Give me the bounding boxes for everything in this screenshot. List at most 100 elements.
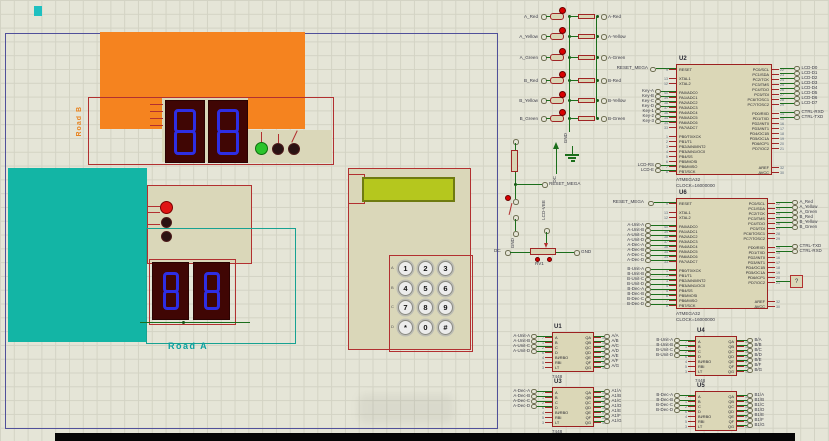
ctrl-terminals-u2: CTRL-RXD CTRL-TXD <box>780 109 828 121</box>
pin-name: PA5/ADC5 <box>679 248 698 254</box>
pin-stub <box>767 282 775 283</box>
pin-name: PD7/OC2 <box>748 279 765 285</box>
pin-name: LT <box>698 423 703 429</box>
wire <box>650 279 676 280</box>
keypad-button[interactable]: 6 <box>438 280 453 296</box>
pin-name: QD <box>585 349 591 355</box>
pin-name: XTAL1 <box>679 75 691 81</box>
pin-stub <box>771 118 779 119</box>
pin-name: PB4/SS <box>679 153 693 159</box>
wire <box>650 299 676 300</box>
pin-stub <box>669 92 677 93</box>
pin-stub <box>688 371 696 372</box>
wire <box>679 405 695 406</box>
pin-name: QB <box>728 398 734 404</box>
potentiometer-rv1[interactable] <box>530 248 556 255</box>
keypad-button[interactable]: 8 <box>418 300 433 315</box>
terminal-row: CTRL-TXD <box>780 114 828 121</box>
pin-name: PB1/T1 <box>679 138 692 144</box>
pin-name: QB <box>585 339 591 345</box>
led-lit-dot <box>559 27 566 34</box>
pin-name: PD6/ICP1 <box>751 140 769 146</box>
button-contact[interactable] <box>513 199 519 205</box>
net-label: A/G <box>611 363 620 369</box>
chip-u3: U3 7A1B2C6D4BI/RBO5RBI3LT 13QA12QB11QC10… <box>542 379 606 427</box>
pin-stub <box>767 272 775 273</box>
pin-stub <box>767 257 775 258</box>
unknown-component: ? <box>790 275 803 288</box>
chip-pin: 3 LT <box>535 420 568 425</box>
terminal-row: B-Dec-D <box>610 301 676 308</box>
keypad-button[interactable]: 7 <box>398 300 413 315</box>
wire <box>570 80 578 81</box>
net-label: B_Green <box>799 224 818 230</box>
terminal-row: A-Unit-D <box>498 348 552 355</box>
pin-number: 16 <box>776 255 780 260</box>
keypad-button[interactable]: 9 <box>438 300 453 315</box>
pin-name: PA5/ADC5 <box>679 114 698 120</box>
keypad-button[interactable]: # <box>438 319 453 335</box>
pin-name: PD4/OC1B <box>749 130 769 136</box>
pin-name: QD <box>585 404 591 410</box>
keypad-button[interactable]: 1 <box>398 261 413 276</box>
reset-mega-label: RESET_MEGA <box>549 181 581 186</box>
pin-name: PC5/TDI <box>750 225 765 231</box>
wire <box>536 401 552 402</box>
wire <box>780 98 794 99</box>
pin-number: 30 <box>776 304 780 309</box>
keypad-button[interactable]: * <box>398 319 413 335</box>
terminal-row: B-Dec-D <box>641 407 695 414</box>
push-button[interactable] <box>508 203 513 215</box>
pin-stub <box>771 133 779 134</box>
wire <box>536 351 552 352</box>
pin-name: C <box>698 403 701 409</box>
wire <box>650 235 676 236</box>
proteus-canvas[interactable]: 8 8 Road B 8 8 <box>0 0 829 441</box>
u1-output-terminals: A/A A/B A/C A/D A/E A/F A/G <box>594 333 644 370</box>
pin-stub <box>545 367 553 368</box>
keypad-button[interactable]: 0 <box>418 319 433 335</box>
wire-hatch <box>150 104 163 105</box>
net-label-left: A_Red <box>523 13 538 19</box>
net-label-right: A-Yellow <box>608 33 626 39</box>
pin-number: 4 <box>542 355 544 360</box>
wire <box>737 420 747 421</box>
keypad-row-label: A <box>391 265 394 270</box>
wire <box>780 112 794 113</box>
pin-name: C <box>555 344 558 350</box>
net-label-left: A_Yellow <box>519 33 538 39</box>
pin-name: PA3/ADC3 <box>679 104 698 110</box>
gnd-label: GND <box>581 249 592 254</box>
keypad-button[interactable]: 2 <box>418 261 433 276</box>
pin-name: B <box>555 339 558 345</box>
pin-name: PD1/TXD <box>752 115 769 121</box>
traffic-led <box>288 143 300 155</box>
keypad-button[interactable]: 5 <box>418 280 433 296</box>
pin-name: AVCC <box>754 303 765 309</box>
terminal <box>650 66 656 72</box>
pin-name: A <box>555 334 558 340</box>
pin-name: PA6/ADC6 <box>679 253 698 259</box>
wire <box>780 88 794 89</box>
pin-number: 28 <box>776 231 780 236</box>
terminal-row: B1/G <box>737 422 787 429</box>
pin-name: AREF <box>754 298 765 304</box>
wire <box>536 396 552 397</box>
pin-stub <box>771 99 779 100</box>
keypad-row-label: B <box>391 284 394 290</box>
keypad-button[interactable]: 3 <box>438 261 453 276</box>
pin-name: QC <box>585 399 591 405</box>
u4-input-terminals: B-Unit-A B-Unit-B B-Unit-C B-Unit-D <box>641 337 695 359</box>
resistor <box>578 97 595 103</box>
net-label: LCD-D7 <box>801 100 818 106</box>
u5-input-terminals: B-Dec-A B-Dec-B B-Dec-C B-Dec-D <box>641 392 695 414</box>
pin-stub <box>669 112 677 113</box>
net-label: B-Dec-D <box>656 407 673 413</box>
pin-number: 36 <box>664 110 668 115</box>
pin-name: A <box>698 393 701 399</box>
led-lit-dot <box>559 48 566 55</box>
pin-name: PD5/OC1A <box>745 269 765 275</box>
pin-name: B <box>555 394 558 400</box>
keypad-button[interactable]: 4 <box>398 280 413 296</box>
pin-name: QG <box>584 419 591 425</box>
